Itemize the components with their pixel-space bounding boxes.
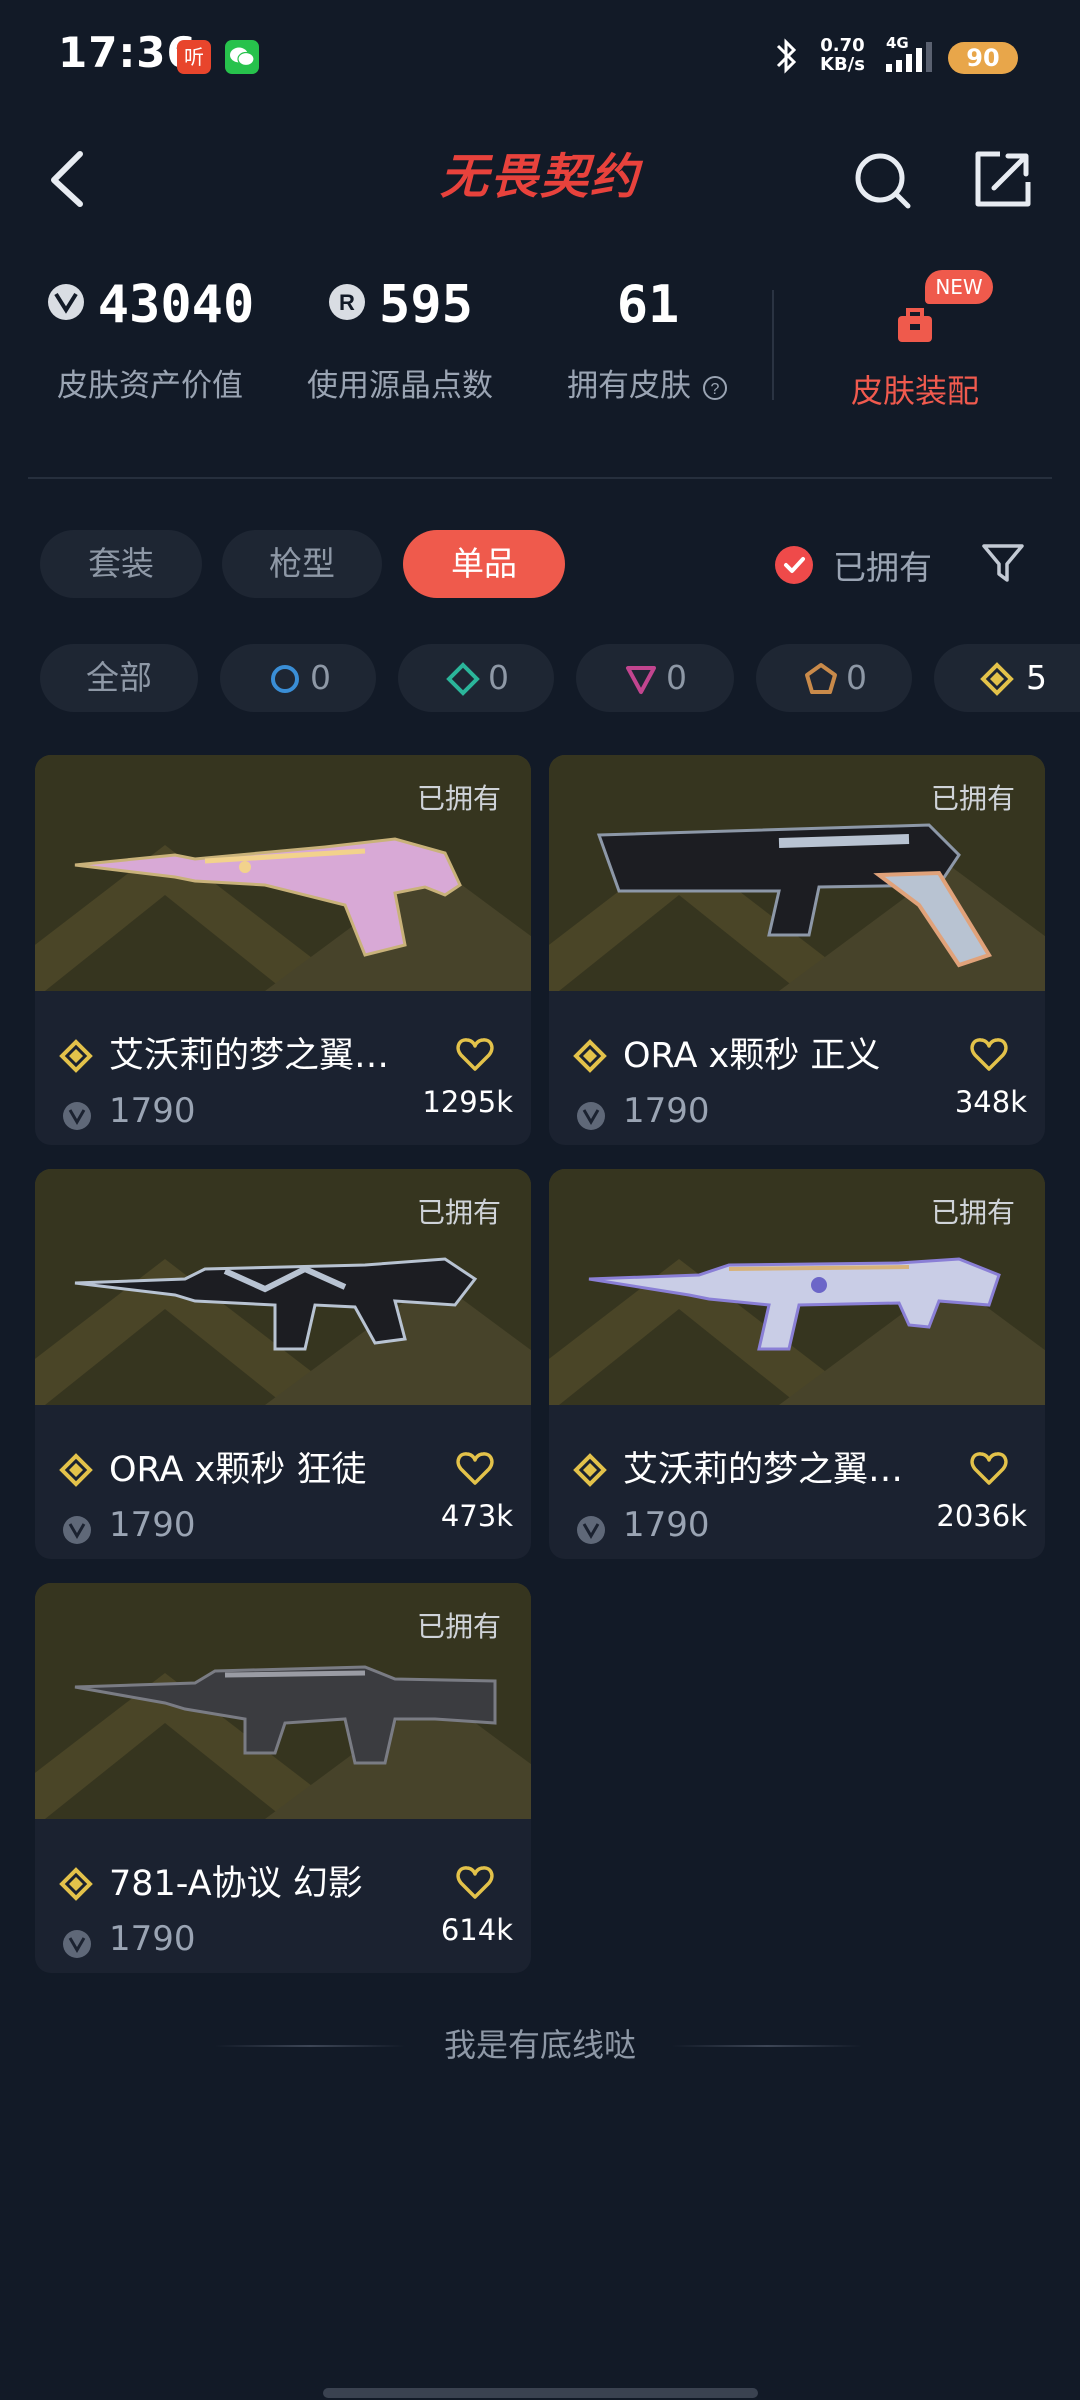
select-tier-icon	[271, 665, 299, 693]
help-icon[interactable]: ?	[701, 374, 729, 402]
skin-price: 1790	[109, 1919, 196, 1959]
ultra-tier-icon	[59, 1039, 93, 1073]
svg-text:?: ?	[710, 381, 719, 398]
ultra-tier-icon	[980, 662, 1014, 696]
skin-name: 781-A协议 幻影	[109, 1864, 363, 1904]
vp-icon	[577, 1102, 605, 1130]
skin-likes: 1295k	[422, 1085, 513, 1119]
vp-icon	[577, 1516, 605, 1544]
battery-indicator: 90	[948, 42, 1018, 74]
skin-card[interactable]: 已拥有 艾沃莉的梦之翼… 1790 1295k	[35, 755, 531, 1145]
new-badge: NEW	[925, 270, 993, 304]
check-icon	[775, 546, 813, 584]
page-title: 无畏契约	[439, 149, 640, 205]
skins-count-stat[interactable]: 61 拥有皮肤 ?	[548, 270, 748, 405]
premium-tier-icon	[626, 666, 656, 694]
skin-price: 1790	[623, 1505, 710, 1545]
listen-app-icon: 听	[177, 40, 211, 74]
heart-icon[interactable]	[969, 1035, 1009, 1075]
filter-button[interactable]	[980, 540, 1026, 586]
skin-card[interactable]: 已拥有 艾沃莉的梦之翼… 1790 2036k	[549, 1169, 1045, 1559]
points-stat: R 595 使用源晶点数	[307, 275, 493, 404]
back-button[interactable]	[40, 144, 100, 214]
skin-likes: 614k	[440, 1913, 513, 1947]
status-time: 17:36	[58, 28, 197, 77]
search-button[interactable]	[850, 148, 916, 214]
chip-ultra-tier[interactable]: 5	[934, 644, 1080, 712]
network-speed: 0.70 KB/s	[820, 35, 865, 75]
skin-name: ORA x颗秒 狂徒	[109, 1450, 367, 1490]
end-of-list-text: 我是有底线哒	[443, 2026, 636, 2064]
skin-image: 已拥有	[35, 755, 531, 991]
search-icon	[855, 153, 911, 209]
bluetooth-icon	[770, 36, 804, 80]
skin-image: 已拥有	[549, 1169, 1045, 1405]
heart-icon[interactable]	[455, 1035, 495, 1075]
skin-image: 已拥有	[549, 755, 1045, 991]
skin-likes: 2036k	[936, 1499, 1027, 1533]
skin-name: ORA x颗秒 正义	[623, 1036, 881, 1076]
phantom-skin-icon	[74, 1665, 497, 1765]
share-button[interactable]	[972, 148, 1034, 210]
vp-icon	[63, 1516, 91, 1544]
tab-single-items[interactable]: 单品	[403, 530, 565, 598]
home-indicator[interactable]	[323, 2388, 758, 2398]
skin-card[interactable]: 已拥有 781-A协议 幻影 1790 614k	[35, 1583, 531, 1973]
heart-icon[interactable]	[455, 1863, 495, 1903]
tab-gun-type[interactable]: 枪型	[222, 530, 382, 598]
chip-select-tier[interactable]: 0	[220, 644, 376, 712]
top-navigation: 无畏契约	[0, 130, 1080, 230]
heart-icon[interactable]	[455, 1449, 495, 1489]
exclusive-tier-icon	[805, 663, 837, 694]
skin-likes: 473k	[440, 1499, 513, 1533]
divider	[28, 477, 1052, 479]
skin-name: 艾沃莉的梦之翼…	[109, 1036, 390, 1076]
ultra-tier-icon	[573, 1039, 607, 1073]
skin-image: 已拥有	[35, 1169, 531, 1405]
filter-icon	[982, 544, 1024, 582]
phantom-skin-icon	[588, 1257, 1001, 1351]
svg-text:R: R	[339, 290, 355, 315]
signal-icon	[880, 36, 936, 80]
ultra-tier-icon	[573, 1453, 607, 1487]
vandal-skin-icon	[74, 1257, 478, 1351]
chip-all[interactable]: 全部	[40, 644, 198, 712]
skin-likes: 348k	[954, 1085, 1027, 1119]
vp-icon	[63, 1930, 91, 1958]
deluxe-tier-icon	[446, 662, 480, 696]
vandal-skin-icon	[74, 837, 462, 957]
asset-value-stat: 43040 皮肤资产价值	[30, 270, 270, 405]
vp-icon	[63, 1102, 91, 1130]
skin-image: 已拥有	[35, 1583, 531, 1819]
heart-icon[interactable]	[969, 1449, 1009, 1489]
ultra-tier-icon	[59, 1453, 93, 1487]
chevron-left-icon	[51, 151, 83, 207]
vp-icon	[47, 284, 84, 320]
chip-exclusive-tier[interactable]: 0	[756, 644, 912, 712]
stats-panel: 43040 皮肤资产价值 R 595 使用源晶点数 61 拥有皮肤 ? 皮肤装配	[0, 270, 1080, 440]
owned-filter-toggle[interactable]: 已拥有	[775, 540, 932, 590]
skin-loadout-button[interactable]: 皮肤装配	[800, 270, 1030, 412]
skin-price: 1790	[623, 1091, 710, 1131]
ultra-tier-icon	[59, 1867, 93, 1901]
status-bar: 17:36 听 0.70 KB/s 4G 90	[0, 0, 1080, 110]
wechat-icon	[225, 40, 259, 74]
sheriff-skin-icon	[596, 823, 993, 968]
divider	[672, 2045, 862, 2047]
radianite-icon: R	[329, 284, 366, 320]
skin-price: 1790	[109, 1505, 196, 1545]
chip-deluxe-tier[interactable]: 0	[398, 644, 554, 712]
divider	[772, 290, 774, 400]
chip-premium-tier[interactable]: 0	[576, 644, 734, 712]
tab-sets[interactable]: 套装	[40, 530, 202, 598]
loadout-icon	[898, 308, 932, 342]
skin-card[interactable]: 已拥有 ORA x颗秒 正义 1790 348k	[549, 755, 1045, 1145]
share-icon	[975, 151, 1031, 207]
skin-price: 1790	[109, 1091, 196, 1131]
skin-card[interactable]: 已拥有 ORA x颗秒 狂徒 1790 473k	[35, 1169, 531, 1559]
skin-name: 艾沃莉的梦之翼…	[623, 1450, 904, 1490]
